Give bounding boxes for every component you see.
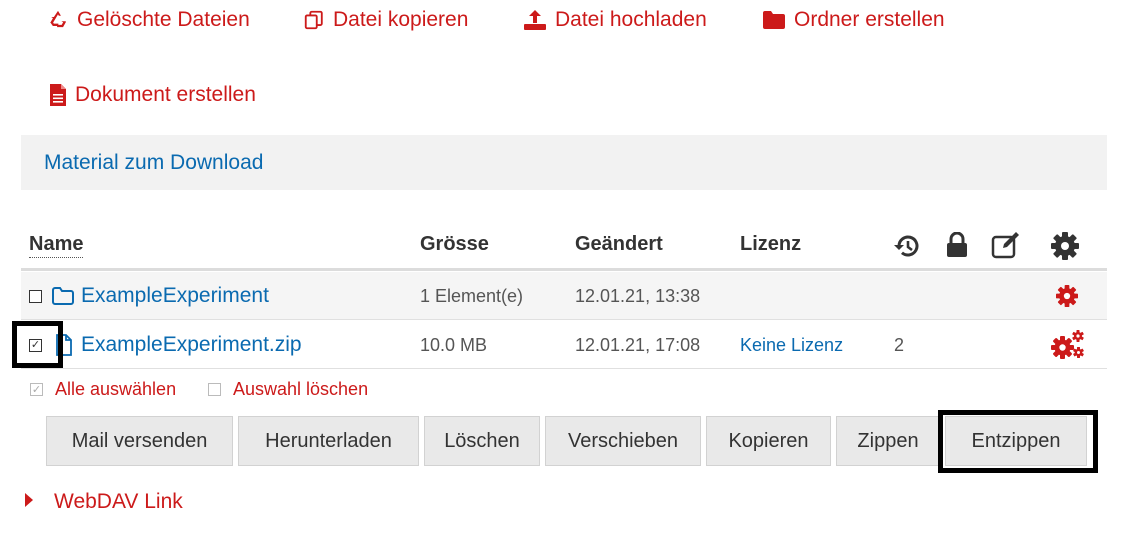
clear-selection-checkbox-icon bbox=[208, 383, 221, 396]
table-row: ExampleExperiment 1 Element(e) 12.01.21,… bbox=[21, 272, 1107, 320]
mail-button[interactable]: Mail versenden bbox=[46, 416, 233, 466]
caret-right-icon bbox=[24, 490, 34, 514]
file-icon bbox=[56, 321, 72, 369]
file-name-link[interactable]: ExampleExperiment.zip bbox=[81, 321, 302, 369]
breadcrumb-link[interactable]: Material zum Download bbox=[44, 151, 263, 175]
edit-icon bbox=[991, 231, 1023, 264]
select-all-label: Alle auswählen bbox=[55, 379, 177, 399]
column-header-license[interactable]: Lizenz bbox=[740, 233, 801, 256]
file-modified: 12.01.21, 13:38 bbox=[575, 285, 701, 306]
move-button[interactable]: Verschieben bbox=[545, 416, 701, 466]
history-icon bbox=[893, 233, 921, 264]
create-folder-label: Ordner erstellen bbox=[794, 8, 945, 31]
row-actions-gear-icon[interactable] bbox=[1056, 272, 1078, 320]
webdav-label: WebDAV Link bbox=[54, 490, 183, 513]
delete-button[interactable]: Löschen bbox=[424, 416, 540, 466]
clear-selection-label: Auswahl löschen bbox=[233, 379, 369, 399]
deleted-files-link[interactable]: Gelöschte Dateien bbox=[47, 8, 250, 32]
copy-file-link[interactable]: Datei kopieren bbox=[303, 8, 468, 32]
column-header-name[interactable]: Name bbox=[29, 233, 84, 258]
deleted-files-label: Gelöschte Dateien bbox=[77, 8, 250, 31]
row-checkbox[interactable] bbox=[29, 272, 42, 320]
upload-file-link[interactable]: Datei hochladen bbox=[523, 8, 707, 32]
folder-icon bbox=[762, 10, 786, 30]
column-header-size[interactable]: Grösse bbox=[420, 233, 489, 256]
upload-icon bbox=[523, 9, 547, 31]
file-modified: 12.01.21, 17:08 bbox=[575, 334, 701, 355]
create-folder-link[interactable]: Ordner erstellen bbox=[762, 8, 945, 32]
recycle-icon bbox=[47, 9, 69, 31]
download-button[interactable]: Herunterladen bbox=[238, 416, 419, 466]
file-name-link[interactable]: ExampleExperiment bbox=[81, 272, 269, 320]
row-actions-gears-icon[interactable] bbox=[1051, 321, 1085, 369]
webdav-toggle[interactable]: WebDAV Link bbox=[24, 490, 183, 514]
document-icon bbox=[49, 83, 67, 107]
file-size: 1 Element(e) bbox=[420, 285, 524, 306]
gear-icon bbox=[1051, 232, 1079, 265]
folder-icon bbox=[51, 272, 75, 320]
license-link[interactable]: Keine Lizenz bbox=[740, 321, 843, 369]
row-checkbox-checked[interactable]: ✓ bbox=[29, 321, 42, 369]
copy-file-label: Datei kopieren bbox=[333, 8, 469, 31]
version-count: 2 bbox=[894, 334, 905, 355]
zip-button[interactable]: Zippen bbox=[836, 416, 940, 466]
file-size: 10.0 MB bbox=[420, 334, 488, 355]
copy-button[interactable]: Kopieren bbox=[706, 416, 831, 466]
select-all-checkbox-icon: ✓ bbox=[30, 383, 43, 396]
column-header-modified[interactable]: Geändert bbox=[575, 233, 663, 256]
copy-icon bbox=[303, 9, 325, 31]
unzip-button[interactable]: Entzippen bbox=[945, 416, 1087, 466]
upload-file-label: Datei hochladen bbox=[555, 8, 707, 31]
table-row: ✓ ExampleExperiment.zip 10.0 MB 12.01.21… bbox=[21, 321, 1107, 369]
create-document-link[interactable]: Dokument erstellen bbox=[49, 83, 256, 107]
select-all-link[interactable]: ✓ Alle auswählen bbox=[30, 379, 176, 400]
clear-selection-link[interactable]: Auswahl löschen bbox=[208, 379, 368, 400]
create-document-label: Dokument erstellen bbox=[75, 83, 256, 106]
lock-icon bbox=[946, 231, 968, 263]
breadcrumb: Material zum Download bbox=[21, 135, 1107, 190]
table-header-divider bbox=[21, 268, 1107, 271]
